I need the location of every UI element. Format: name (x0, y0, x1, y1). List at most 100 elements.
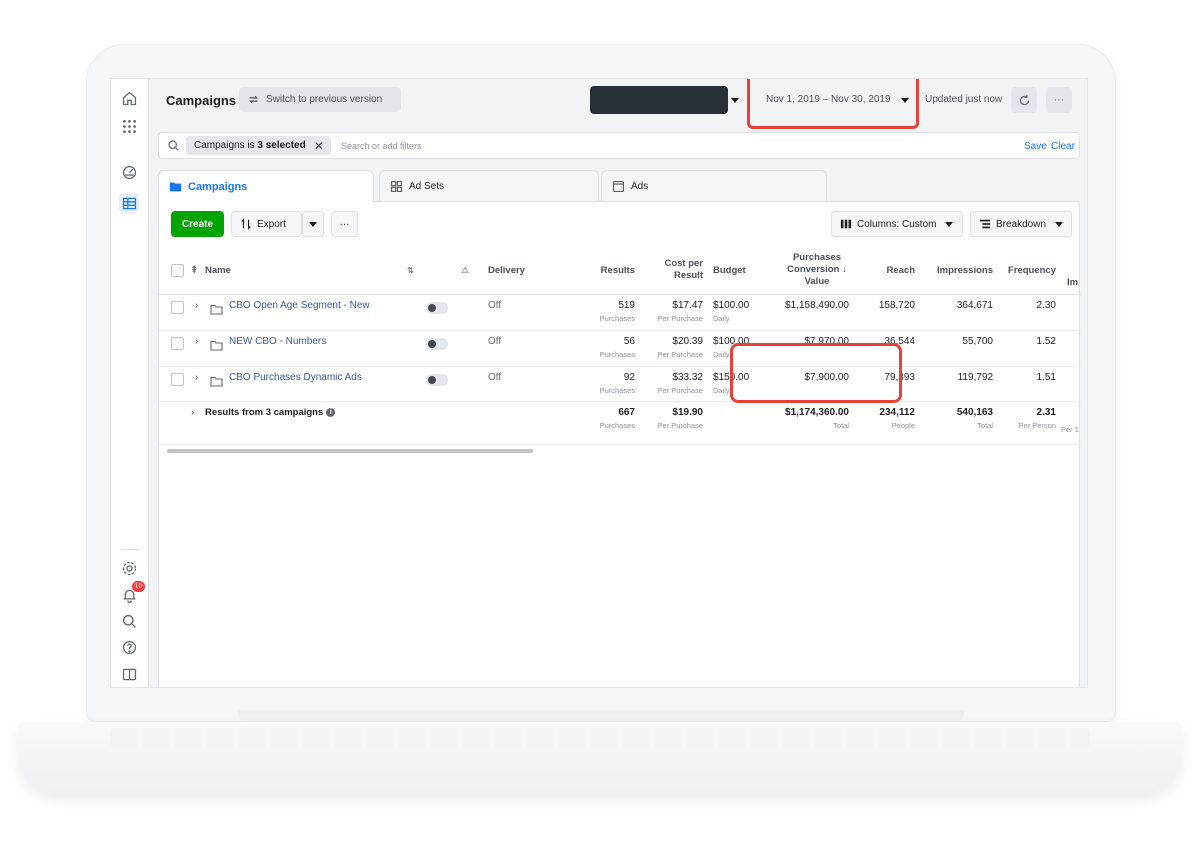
cost-header-line2: Result (673, 270, 703, 281)
total-frequency-sub: Per Person (1018, 421, 1056, 430)
row-divider (159, 401, 1081, 402)
settings-gear-icon[interactable] (119, 558, 139, 578)
campaign-toggle[interactable] (426, 338, 448, 350)
folder-icon (210, 302, 223, 315)
filter-chip-text: Campaigns is 3 selected (194, 140, 306, 151)
total-frequency: 2.31 Per Person (997, 407, 1056, 430)
table-view-icon[interactable] (119, 193, 139, 213)
chevron-down-icon[interactable] (901, 98, 909, 103)
horizontal-scrollbar[interactable] (167, 449, 533, 453)
row-checkbox[interactable] (171, 337, 184, 350)
more-options-button[interactable]: ··· (1046, 87, 1072, 113)
results-number: 92 (623, 372, 635, 383)
column-header-reach[interactable]: Reach (865, 265, 915, 277)
column-header-impressions[interactable]: Impressions (919, 265, 993, 277)
delivery-status: Off (488, 300, 502, 311)
export-button[interactable]: Export (231, 211, 302, 237)
budget-sub: Daily (713, 314, 730, 323)
pcv-value: $1,158,490.00 (785, 300, 849, 311)
budget-value: $150.00 Daily (713, 372, 749, 395)
more-dots-icon: ··· (1053, 94, 1065, 106)
cost-number: $17.47 (672, 300, 703, 311)
switch-version-button[interactable]: Switch to previous version (239, 87, 401, 112)
date-range-picker[interactable]: Nov 1, 2019 – Nov 30, 2019 (766, 94, 891, 105)
column-header-cost-per-result[interactable]: Cost per Result (639, 258, 703, 282)
side-panel-icon[interactable] (119, 664, 139, 684)
sort-arrows-icon[interactable]: ⇅ (407, 265, 414, 277)
cost-sub: Per Purchase (657, 314, 703, 323)
search-icon[interactable] (119, 611, 139, 631)
cost-value: $33.32 Per Purchase (639, 372, 703, 395)
home-icon[interactable] (119, 88, 139, 108)
save-filter-link[interactable]: Save (1024, 141, 1047, 152)
chevron-right-icon[interactable]: › (195, 336, 198, 347)
help-question-icon[interactable] (119, 637, 139, 657)
tab-ads[interactable]: Ads (601, 170, 827, 202)
info-icon[interactable]: i (326, 408, 336, 417)
notifications-bell-icon[interactable]: 10 (119, 581, 145, 605)
total-results: 667 Purchases (579, 407, 635, 430)
toolbar-more-button[interactable]: ··· (331, 211, 358, 237)
campaign-toggle[interactable] (426, 374, 448, 386)
columns-label: Columns: Custom (857, 218, 937, 230)
laptop-hinge (238, 710, 964, 722)
warning-icon: ⚠ (461, 265, 470, 275)
notification-badge: 10 (132, 581, 145, 592)
frequency-value: 1.52 (1036, 336, 1056, 347)
row-divider (159, 330, 1081, 331)
filter-chip[interactable]: Campaigns is 3 selected ✕ (186, 136, 331, 155)
column-header-truncated[interactable]: Im (1067, 277, 1078, 289)
apps-grid-icon[interactable] (119, 116, 139, 136)
refresh-button[interactable] (1011, 87, 1037, 113)
select-all-checkbox[interactable] (171, 264, 184, 277)
ad-account-dropdown[interactable] (590, 86, 728, 114)
updated-status: Updated just now (925, 94, 1003, 105)
breakdown-label: Breakdown (995, 218, 1046, 230)
columns-button[interactable]: Columns: Custom (831, 211, 963, 237)
cost-sub: Per Purchase (657, 386, 703, 395)
clear-filter-link[interactable]: Clear (1051, 141, 1075, 152)
total-cost-number: $19.90 (672, 407, 703, 418)
page-title: Campaigns (166, 93, 237, 108)
chevron-right-icon[interactable]: › (195, 300, 198, 311)
tab-campaigns-label: Campaigns (188, 180, 248, 193)
filter-search-input[interactable]: Search or add filters (341, 141, 422, 151)
campaign-toggle[interactable] (426, 302, 448, 314)
gauge-icon[interactable] (119, 162, 139, 182)
campaign-name-link[interactable]: CBO Open Age Segment - New (229, 300, 370, 311)
column-header-budget[interactable]: Budget (713, 265, 746, 277)
campaigns-panel: Create Export ··· Columns: Custom Breakd… (158, 201, 1081, 687)
tab-ad-sets[interactable]: Ad Sets (379, 170, 599, 202)
chevron-right-icon[interactable]: › (195, 372, 198, 383)
results-sub: Purchases (599, 314, 635, 323)
row-checkbox[interactable] (171, 373, 184, 386)
row-checkbox[interactable] (171, 301, 184, 314)
column-header-name[interactable]: Name (205, 265, 231, 277)
campaign-name-link[interactable]: NEW CBO - Numbers (229, 336, 326, 347)
create-button[interactable]: Create (171, 211, 224, 237)
export-dropdown-button[interactable] (302, 211, 324, 237)
budget-number: $100.00 (713, 336, 750, 347)
breakdown-button[interactable]: Breakdown (970, 211, 1072, 237)
totals-label: Results from 3 campaigns i (205, 407, 336, 418)
column-header-purchases-conversion-value[interactable]: Purchases Conversion ↓ Value (775, 252, 859, 288)
pcv-header-line3: Value (804, 276, 830, 287)
budget-sub: Daily (713, 350, 730, 359)
column-header-results[interactable]: Results (579, 265, 635, 277)
column-header-frequency[interactable]: Frequency (997, 265, 1056, 277)
chevron-right-icon[interactable]: › (191, 407, 194, 418)
total-truncated-sub: Per 1 (1061, 425, 1079, 434)
chevron-down-icon[interactable] (731, 98, 739, 103)
folder-icon (210, 338, 223, 351)
refresh-icon (1019, 94, 1029, 105)
tab-campaigns[interactable]: Campaigns (158, 170, 374, 202)
column-header-delivery[interactable]: Delivery (488, 265, 525, 277)
total-truncated: Per 1 (1061, 422, 1079, 434)
campaign-name-link[interactable]: CBO Purchases Dynamic Ads (229, 372, 362, 383)
total-impressions-sub: Total (977, 421, 993, 430)
total-frequency-number: 2.31 (1036, 407, 1056, 418)
total-pcv-sub: Total (833, 421, 849, 430)
impressions-value: 364,671 (956, 300, 993, 311)
close-icon[interactable]: ✕ (314, 139, 324, 153)
sort-name-icon[interactable]: ⇞ (190, 265, 198, 277)
